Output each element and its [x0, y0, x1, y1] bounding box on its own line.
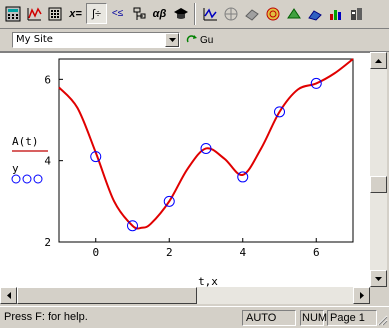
status-help-text: Press F: for help. [4, 311, 88, 323]
status-auto: AUTO [242, 310, 296, 326]
refresh-arrow-icon [186, 35, 197, 43]
worksheet[interactable]: 0246246 A(t) y t,x [0, 52, 370, 288]
x-tick-label: 0 [92, 246, 99, 259]
scroll-up-button[interactable] [370, 52, 387, 69]
status-num: NUM [300, 310, 328, 326]
xy-plot[interactable]: 0 2 4 6246 A(t) y t,x [0, 53, 370, 288]
y-axis-label-2[interactable]: y [12, 162, 19, 175]
calculator-palette-icon[interactable] [2, 3, 23, 24]
calculus-palette-icon[interactable]: ∫÷ [86, 3, 107, 24]
plot-frame [58, 58, 354, 243]
chevron-down-icon[interactable] [165, 33, 179, 47]
scroll-right-button[interactable] [353, 287, 370, 304]
y-tick-label: 4 [44, 155, 51, 168]
status-bar: Press F: for help. AUTO NUM Page 1 [0, 306, 389, 328]
3d-scatter-icon[interactable] [283, 3, 304, 24]
vector-field-icon[interactable] [325, 3, 346, 24]
vertical-scroll-thumb[interactable] [370, 176, 387, 193]
style-select-value: My Site [16, 34, 53, 45]
style-select[interactable]: My Site [12, 32, 180, 48]
y-tick-label: 6 [44, 73, 51, 86]
go-label: Gu [200, 34, 214, 46]
xy-plot-icon[interactable] [199, 3, 220, 24]
scroll-corner [370, 287, 389, 304]
x-tick-label: 6 [313, 246, 320, 259]
toolbar-separator [194, 3, 196, 25]
x-tick-label: 2 [166, 246, 173, 259]
horizontal-scrollbar[interactable] [0, 287, 370, 304]
math-toolbar: x= ∫÷ <≤ αβ [0, 0, 389, 29]
horizontal-scroll-thumb[interactable] [17, 287, 197, 304]
polar-plot-icon[interactable] [220, 3, 241, 24]
boolean-palette-icon[interactable]: <≤ [107, 3, 128, 24]
status-page: Page 1 [327, 310, 377, 326]
greek-palette-icon[interactable]: αβ [149, 3, 170, 24]
graph-palette-icon[interactable] [23, 3, 44, 24]
go-button[interactable]: Gu [186, 32, 213, 48]
evaluation-palette-icon[interactable]: x= [65, 3, 86, 24]
y-axis-label-1[interactable]: A(t) [12, 135, 39, 148]
y-label-2-legend-markers [11, 174, 43, 184]
y-tick-label: 2 [44, 236, 51, 249]
scroll-down-button[interactable] [370, 270, 387, 287]
matrix-palette-icon[interactable] [44, 3, 65, 24]
patch-plot-icon[interactable] [346, 3, 367, 24]
surface-plot-icon[interactable] [241, 3, 262, 24]
programming-palette-icon[interactable] [128, 3, 149, 24]
contour-plot-icon[interactable] [262, 3, 283, 24]
scroll-left-button[interactable] [0, 287, 17, 304]
vertical-scrollbar[interactable] [370, 52, 387, 287]
resize-grip-icon[interactable] [377, 315, 388, 326]
x-tick-label: 4 [239, 246, 246, 259]
symbolic-palette-icon[interactable] [170, 3, 191, 24]
3d-bar-icon[interactable] [304, 3, 325, 24]
